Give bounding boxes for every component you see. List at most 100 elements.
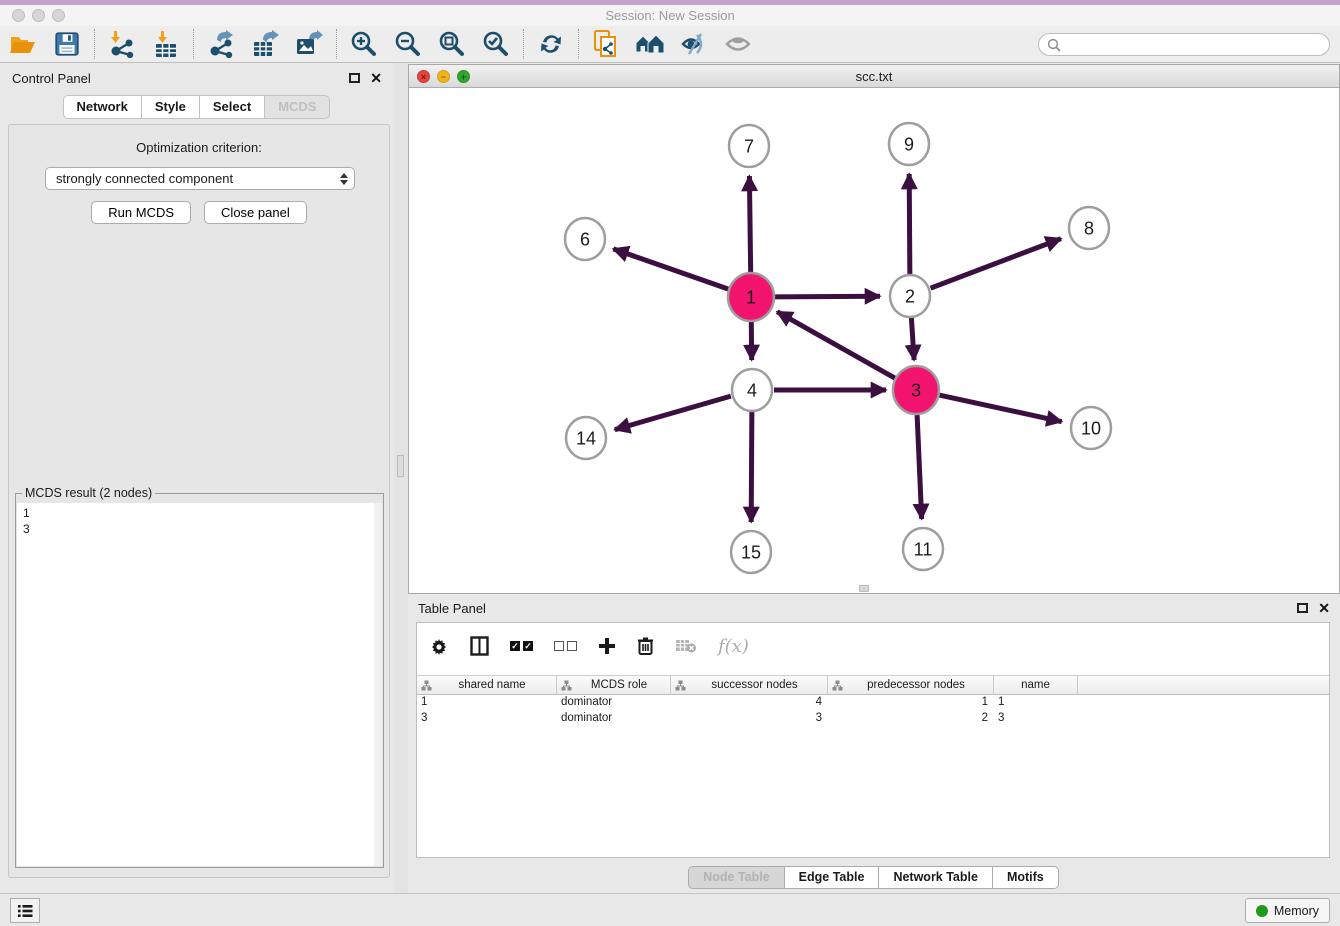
network-canvas[interactable]: 7 9 6 8 1 2 4 3 14 10 15 11 [409, 88, 1339, 593]
mcds-result-text[interactable]: 1 3 [17, 503, 382, 866]
splitter-handle[interactable] [397, 455, 404, 477]
cell-name[interactable]: 1 [994, 695, 1078, 711]
open-session-icon[interactable] [8, 29, 38, 59]
clear-selection-icon[interactable] [554, 641, 577, 651]
node-table-container: ✓✓ f(x) shared name MCDS role [416, 622, 1330, 858]
cell-predecessor-nodes[interactable]: 1 [828, 695, 994, 711]
cell-shared-name[interactable]: 3 [417, 711, 557, 727]
graph-node-6[interactable]: 6 [565, 218, 605, 260]
network-window-titlebar[interactable]: × − + scc.txt [409, 65, 1339, 88]
tab-style[interactable]: Style [141, 95, 200, 119]
show-graphics-details-icon[interactable] [723, 29, 753, 59]
cell-shared-name[interactable]: 1 [417, 695, 557, 711]
export-image-icon[interactable] [294, 29, 324, 59]
graph-edge-1-2[interactable] [773, 296, 880, 297]
task-history-button[interactable] [10, 898, 40, 923]
vertical-splitter[interactable] [394, 63, 408, 893]
graph-node-11[interactable]: 11 [903, 528, 943, 570]
export-network-icon[interactable] [206, 29, 236, 59]
graph-edge-2-3[interactable] [911, 318, 914, 360]
zoom-in-icon[interactable] [349, 29, 379, 59]
graph-edge-2-8[interactable] [931, 239, 1061, 289]
zoom-fit-icon[interactable] [437, 29, 467, 59]
cell-mcds-role[interactable]: dominator [557, 711, 671, 727]
save-session-icon[interactable] [52, 29, 82, 59]
cell-predecessor-nodes[interactable]: 2 [828, 711, 994, 727]
float-table-panel-icon[interactable] [1297, 603, 1308, 613]
graph-node-9[interactable]: 9 [889, 123, 929, 165]
memory-status-icon [1256, 905, 1268, 917]
column-header-shared-name[interactable]: shared name [417, 676, 557, 694]
network-zoom-button[interactable]: + [457, 70, 470, 83]
graph-edge-3-10[interactable] [937, 395, 1061, 422]
refresh-layout-icon[interactable] [536, 29, 566, 59]
tab-network[interactable]: Network [63, 95, 142, 119]
table-header-row: shared name MCDS role successor nodes pr… [417, 675, 1329, 695]
cell-mcds-role[interactable]: dominator [557, 695, 671, 711]
column-header-mcds-role[interactable]: MCDS role [557, 676, 671, 694]
graph-node-1[interactable]: 1 [728, 273, 774, 321]
zoom-selected-icon[interactable] [481, 29, 511, 59]
add-column-icon[interactable] [598, 637, 616, 655]
graph-edge-3-1[interactable] [777, 312, 897, 379]
column-header-predecessor-nodes[interactable]: predecessor nodes [828, 676, 994, 694]
clone-network-icon[interactable] [591, 29, 621, 59]
cell-successor-nodes[interactable]: 4 [671, 695, 828, 711]
network-close-button[interactable]: × [417, 70, 430, 83]
close-panel-icon[interactable]: ✕ [370, 70, 382, 87]
hide-graphics-details-icon[interactable] [679, 29, 709, 59]
tab-network-table[interactable]: Network Table [878, 866, 993, 889]
optimization-criterion-select[interactable]: strongly connected component [45, 167, 355, 190]
graph-node-4[interactable]: 4 [732, 369, 772, 411]
graph-node-14[interactable]: 14 [566, 417, 606, 459]
column-header-name[interactable]: name [994, 676, 1078, 694]
run-mcds-button[interactable]: Run MCDS [91, 201, 191, 224]
result-scrollbar[interactable] [374, 503, 382, 866]
cell-successor-nodes[interactable]: 3 [671, 711, 828, 727]
table-row[interactable]: 1 dominator 4 1 1 [417, 695, 1329, 711]
graph-node-3[interactable]: 3 [893, 366, 939, 414]
mcds-result-label: MCDS result (2 nodes) [22, 486, 155, 500]
memory-button[interactable]: Memory [1245, 898, 1330, 923]
select-all-icon[interactable]: ✓✓ [510, 641, 533, 651]
float-panel-icon[interactable] [349, 73, 360, 83]
delete-columns-icon[interactable] [637, 636, 654, 656]
tab-edge-table[interactable]: Edge Table [784, 866, 880, 889]
graph-node-7[interactable]: 7 [729, 125, 769, 167]
app-title: Session: New Session [0, 8, 1340, 23]
export-table-icon[interactable] [250, 29, 280, 59]
import-network-icon[interactable] [107, 29, 137, 59]
zoom-out-icon[interactable] [393, 29, 423, 59]
bottom-splitter-handle[interactable] [859, 585, 869, 592]
search-input[interactable] [1061, 38, 1329, 52]
graph-edge-3-11[interactable] [917, 412, 922, 519]
svg-text:4: 4 [747, 380, 757, 400]
graph-edge-4-15[interactable] [751, 412, 752, 522]
table-mode-gear-icon[interactable] [429, 636, 449, 656]
close-panel-button[interactable]: Close panel [204, 201, 307, 224]
network-minimize-button[interactable]: − [437, 70, 450, 83]
tab-mcds[interactable]: MCDS [264, 95, 330, 119]
show-columns-icon[interactable] [470, 636, 489, 656]
graph-node-2[interactable]: 2 [890, 275, 930, 317]
cell-name[interactable]: 3 [994, 711, 1078, 727]
import-table-icon[interactable] [151, 29, 181, 59]
graph-node-8[interactable]: 8 [1069, 207, 1109, 249]
search-field[interactable] [1038, 33, 1330, 56]
tab-node-table[interactable]: Node Table [688, 866, 784, 889]
app-titlebar: Session: New Session [0, 5, 1340, 26]
svg-text:8: 8 [1084, 218, 1094, 238]
graph-edge-1-6[interactable] [613, 249, 730, 290]
column-header-successor-nodes[interactable]: successor nodes [671, 676, 828, 694]
graph-node-10[interactable]: 10 [1071, 407, 1111, 449]
graph-edge-4-14[interactable] [615, 396, 731, 430]
close-table-panel-icon[interactable]: ✕ [1318, 600, 1330, 617]
graph-node-15[interactable]: 15 [731, 531, 771, 573]
home-views-icon[interactable] [635, 29, 665, 59]
svg-text:3: 3 [911, 380, 921, 400]
tab-motifs[interactable]: Motifs [992, 866, 1059, 889]
table-row[interactable]: 3 dominator 3 2 3 [417, 711, 1329, 727]
tab-select[interactable]: Select [199, 95, 265, 119]
graph-edge-1-7[interactable] [749, 176, 750, 275]
graph-edge-2-9[interactable] [909, 174, 910, 274]
